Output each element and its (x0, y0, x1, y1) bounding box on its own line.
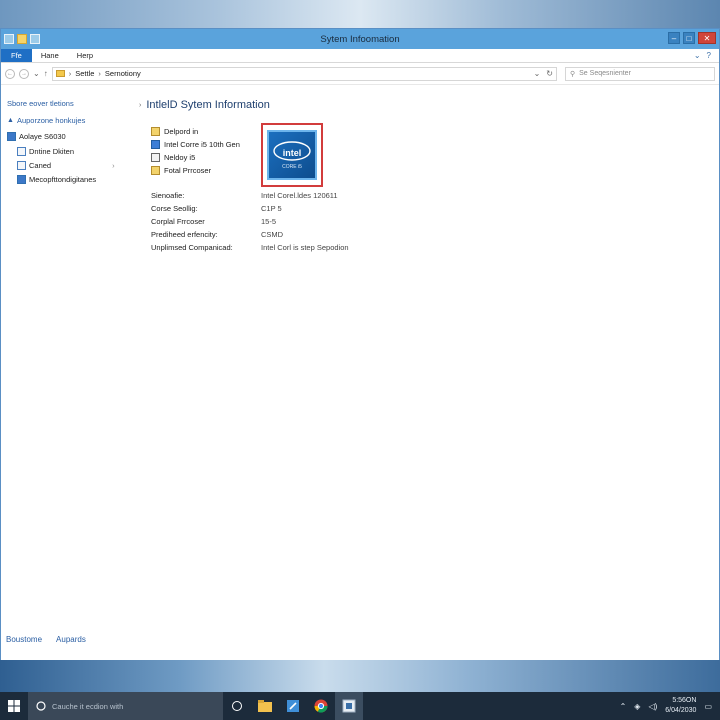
network-icon[interactable]: ◈ (634, 702, 640, 711)
search-placeholder: Se Seqesnienter (579, 70, 631, 77)
minimize-button[interactable]: – (668, 32, 680, 44)
system-tray: ⌃ ◈ ◁) 5:56ON 6/04/2030 ▭ (620, 696, 720, 716)
table-row: Sienoafie: Intel Corel.ldes 120611 (151, 191, 338, 200)
notification-icon[interactable]: ▭ (704, 702, 712, 711)
windows-logo-icon (8, 700, 20, 712)
forward-button[interactable]: → (19, 68, 29, 79)
desktop-background-bottom (0, 660, 720, 692)
tray-chevron-up-icon[interactable]: ⌃ (620, 702, 627, 711)
breadcrumb-section[interactable]: Sernotiony (105, 69, 141, 78)
computer-icon (7, 131, 16, 141)
processor-icon (151, 166, 160, 175)
nav-link-appearance[interactable]: ▲ Auporzone honkujes (7, 114, 136, 126)
table-row: Unplimsed Companicad: Intel Corl is step… (151, 243, 349, 252)
cortana-icon (36, 701, 46, 711)
components-icon (17, 174, 26, 184)
system-info-taskbar-button[interactable] (335, 692, 363, 720)
up-arrow-icon[interactable]: ↑ (44, 69, 48, 78)
list-icon (17, 160, 26, 170)
chip-icon (151, 153, 160, 162)
back-button[interactable]: ← (5, 68, 15, 79)
breadcrumb-settle[interactable]: Settle (75, 69, 94, 78)
search-input[interactable]: ⚲ Se Seqesnienter (565, 66, 715, 81)
tab-file[interactable]: Ffe (1, 49, 32, 62)
volume-icon[interactable]: ◁) (648, 702, 657, 711)
address-bar: ← → ⌄ ↑ › Settle › Sernotiony ⌄ ↻ ⚲ Se S… (1, 63, 719, 85)
folder-icon (55, 70, 65, 77)
table-row: Prediheed erfencity: CSMD (151, 230, 284, 239)
taskbar: Cauche it ecdion with ⌃ ◈ ◁) 5:56ON 6/04… (0, 692, 720, 720)
list-item[interactable]: Fotal Prrcoser (151, 164, 240, 177)
ribbon-tabs: Ffe Hane Herp ⌄ ? (1, 49, 719, 63)
chevron-right-icon: › (112, 160, 115, 170)
chrome-icon (314, 699, 328, 713)
intel-logo-icon: intel CORE i5 (267, 130, 317, 180)
status-link-boustome[interactable]: Boustome (6, 635, 42, 644)
intel-logo-frame: intel CORE i5 (261, 123, 323, 187)
edge-icon (287, 700, 299, 712)
spec-table: Sienoafie: Intel Corel.ldes 120611 Corse… (151, 189, 349, 254)
address-dropdown-icon[interactable]: ⌄ (534, 69, 541, 78)
address-input[interactable]: › Settle › Sernotiony ⌄ ↻ (51, 66, 557, 81)
tab-help[interactable]: Herp (68, 49, 102, 62)
clock[interactable]: 5:56ON 6/04/2030 (665, 696, 696, 716)
task-view-icon (232, 701, 242, 711)
list-item[interactable]: Neldoy i5 (151, 151, 240, 164)
chrome-button[interactable] (307, 692, 335, 720)
property-list: Delpord in Intel Corre i5 10th Gen Neldo… (151, 125, 240, 177)
file-explorer-button[interactable] (251, 692, 279, 720)
desktop-background-top (0, 0, 720, 30)
recent-dropdown-icon[interactable]: ⌄ (33, 69, 40, 78)
list-item[interactable]: Delpord in (151, 125, 240, 138)
content-pane: › IntlelD Sytem Information Delpord in I… (139, 85, 719, 641)
title-bar[interactable]: Sytem Infoomation – □ ✕ (1, 29, 719, 49)
nav-link-store[interactable]: Sbore eover tletions (7, 97, 136, 109)
table-row: Corplal Frrcoser 15-5 (151, 217, 277, 226)
page-heading: › IntlelD Sytem Information (139, 99, 270, 111)
system-information-window: Sytem Infoomation – □ ✕ Ffe Hane Herp ⌄ … (0, 28, 720, 662)
nav-item-online[interactable]: Dntine Dkiten (7, 145, 136, 157)
table-row: Corse Seollig: C1P 5 (151, 204, 282, 213)
ribbon-collapse-icon[interactable]: ⌄ (694, 51, 701, 60)
nav-item-components[interactable]: Mecopfttondigitanes (7, 173, 136, 185)
nav-item-aolaye[interactable]: Aolaye S6030 (7, 130, 136, 142)
list-item[interactable]: Intel Corre i5 10th Gen (151, 138, 240, 151)
folder-icon (151, 127, 160, 136)
status-link-aupards[interactable]: Aupards (56, 635, 86, 644)
tab-home[interactable]: Hane (32, 49, 68, 62)
taskbar-search-input[interactable]: Cauche it ecdion with (28, 692, 223, 720)
refresh-icon[interactable]: ↻ (546, 69, 553, 78)
file-explorer-icon (258, 700, 272, 712)
checkbox-icon (151, 140, 160, 149)
window-title: Sytem Infoomation (320, 34, 400, 45)
status-bar: Boustome Aupards (1, 631, 720, 647)
close-button[interactable]: ✕ (698, 32, 716, 44)
nav-item-caned[interactable]: Caned › (7, 159, 136, 171)
task-view-button[interactable] (223, 692, 251, 720)
edge-button[interactable] (279, 692, 307, 720)
start-button[interactable] (0, 692, 28, 720)
chevron-right-icon: › (139, 101, 142, 109)
navigation-pane: Sbore eover tletions ▲ Auporzone honkuje… (1, 85, 136, 641)
search-icon: ⚲ (570, 70, 576, 78)
maximize-button[interactable]: □ (683, 32, 695, 44)
expand-arrow-icon: ▲ (7, 116, 14, 124)
system-info-icon (342, 699, 356, 713)
help-icon[interactable]: ? (707, 51, 711, 60)
document-icon (17, 146, 26, 156)
